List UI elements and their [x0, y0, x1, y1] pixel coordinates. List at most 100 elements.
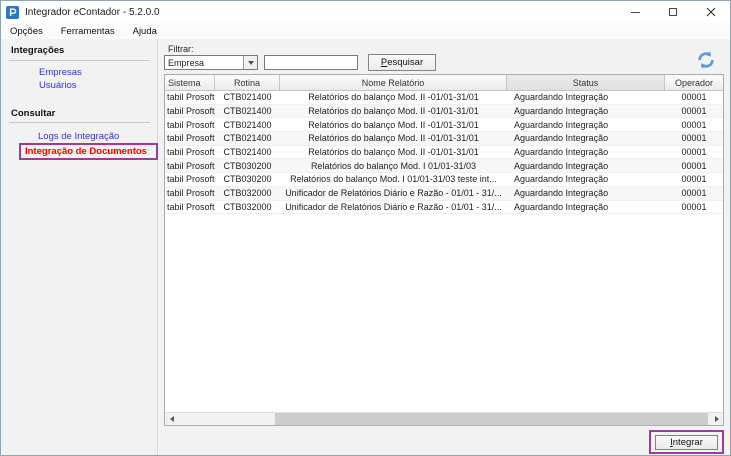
refresh-button[interactable] [696, 50, 716, 70]
maximize-icon [669, 8, 677, 16]
column-header-sistema[interactable]: Sistema [165, 75, 215, 90]
table-cell: tabil Prosoft [167, 133, 215, 144]
table-cell: 00001 [681, 160, 707, 171]
table-cell: Relatórios do balanço Mod. II -01/01-31/… [308, 147, 479, 158]
sidebar-item-empresas[interactable]: Empresas [39, 67, 82, 78]
arrow-right-icon [714, 416, 719, 422]
table-cell: CTB030200 [223, 160, 272, 171]
table-cell: CTB032000 [223, 201, 272, 212]
annotation-highlight-box: Integrar [649, 430, 724, 454]
sidebar-section-consultar: Consultar [11, 108, 56, 119]
sidebar-divider [9, 122, 150, 123]
table-cell: CTB032000 [223, 188, 272, 199]
table-cell: Relatórios do balanço Mod. II -01/01-31/… [308, 106, 479, 117]
minimize-icon [630, 11, 640, 13]
sidebar-item-integracao-de-documentos[interactable]: Integração de Documentos [21, 146, 147, 157]
column-header-rotina[interactable]: Rotina [215, 75, 280, 90]
table-row[interactable]: tabil Prosoft CTB021400 Relatórios do bala… [165, 104, 723, 119]
table-cell: CTB021400 [223, 133, 272, 144]
menu-ferramentas[interactable]: Ferramentas [52, 23, 124, 39]
scroll-right-button[interactable] [710, 413, 723, 425]
table-cell: tabil Prosoft [167, 160, 215, 171]
integrate-button[interactable]: Integrar [655, 434, 718, 450]
table-cell: Aguardando Integração [514, 92, 609, 103]
filter-search-input[interactable] [264, 55, 358, 70]
table-row[interactable]: tabil Prosoft CTB021400 Relatórios do bala… [165, 118, 723, 133]
table-row[interactable]: tabil Prosoft CTB021400 Relatórios do bala… [165, 146, 723, 160]
table-header: Sistema Rotina Nome Relatório Status Ope… [165, 75, 723, 91]
table-cell: 00001 [681, 119, 707, 130]
table-cell: 00001 [681, 174, 707, 185]
column-header-status[interactable]: Status [507, 75, 665, 90]
sidebar-divider [9, 60, 150, 61]
table-cell: Aguardando Integração [514, 133, 609, 144]
column-header-nome-relatorio[interactable]: Nome Relatório [280, 75, 507, 90]
table-cell: tabil Prosoft [167, 147, 215, 158]
table-cell: Aguardando Integração [514, 106, 609, 117]
table-cell: tabil Prosoft [167, 188, 215, 199]
table-cell: Relatórios do balanço Mod. II -01/01-31/… [308, 133, 479, 144]
table-cell: 00001 [681, 201, 707, 212]
scroll-left-button[interactable] [165, 413, 178, 425]
table-cell: tabil Prosoft [167, 119, 215, 130]
table-row[interactable]: tabil Prosoft CTB030200 Relatórios do bala… [165, 173, 723, 187]
table-cell: tabil Prosoft [167, 174, 215, 185]
sidebar-item-logs-de-integracao[interactable]: Logs de Integração [38, 131, 119, 142]
app-logo-icon [6, 5, 19, 19]
minimize-button[interactable] [616, 1, 654, 23]
table-cell: CTB030200 [223, 174, 272, 185]
column-header-operador[interactable]: Operador [665, 75, 723, 90]
maximize-button[interactable] [654, 1, 692, 23]
documents-table: Sistema Rotina Nome Relatório Status Ope… [164, 74, 724, 426]
table-row[interactable]: tabil Prosoft CTB021400 Relatórios do bala… [165, 91, 723, 105]
table-cell: 00001 [681, 147, 707, 158]
arrow-left-icon [169, 416, 174, 422]
table-cell: tabil Prosoft [167, 201, 215, 212]
table-cell: Unificador de Relatórios Diário e Razão … [285, 201, 502, 212]
table-cell: Relatórios do balanço Mod. II -01/01-31/… [308, 119, 479, 130]
dropdown-arrow-button[interactable] [243, 56, 257, 69]
table-cell: Relatórios do balanço Mod. I 01/01-31/03 [310, 160, 477, 171]
table-row[interactable]: tabil Prosoft CTB030200 Relatórios do bala… [165, 159, 723, 174]
table-body: tabil Prosoft CTB021400 Relatórios do bala… [165, 91, 723, 215]
filter-type-dropdown[interactable]: Empresa [164, 55, 258, 70]
table-row[interactable]: tabil Prosoft CTB021400 Relatórios do bala… [165, 132, 723, 146]
sidebar-item-usuarios[interactable]: Usuários [39, 80, 77, 91]
menu-bar: Opções Ferramentas Ajuda [1, 23, 730, 40]
sidebar-section-integracoes: Integrações [11, 45, 65, 56]
table-cell: 00001 [681, 106, 707, 117]
table-cell: Unificador de Relatórios Diário e Razão … [285, 188, 502, 199]
table-cell: Aguardando Integração [514, 188, 609, 199]
filter-label: Filtrar: [168, 44, 194, 54]
menu-ajuda[interactable]: Ajuda [124, 23, 166, 39]
table-cell: CTB021400 [223, 106, 272, 117]
table-cell: CTB021400 [223, 147, 272, 158]
table-row[interactable]: tabil Prosoft CTB032000 Unificador de Rela… [165, 201, 723, 215]
table-cell: Aguardando Integração [514, 147, 609, 158]
chevron-down-icon [247, 60, 254, 65]
table-cell: CTB021400 [223, 119, 272, 130]
horizontal-scrollbar[interactable] [165, 412, 723, 425]
integrate-button-label: Integrar [670, 436, 703, 448]
table-cell: Relatórios do balanço Mod. II -01/01-31/… [308, 92, 479, 103]
sidebar: Integrações Empresas Usuários Consultar … [1, 39, 158, 455]
search-button-label: Pesquisar [380, 57, 424, 68]
table-cell: Relatórios do balanço Mod. I 01/01-31/03… [290, 174, 497, 185]
table-cell: CTB021400 [223, 92, 272, 103]
table-cell: Aguardando Integração [514, 174, 609, 185]
table-cell: Aguardando Integração [514, 160, 609, 171]
table-row[interactable]: tabil Prosoft CTB032000 Unificador de Rela… [165, 186, 723, 201]
main-panel: Filtrar: Empresa Pesquisar Sistema Rotin… [158, 39, 730, 455]
table-cell: Aguardando Integração [514, 119, 609, 130]
window-controls [616, 1, 730, 23]
app-window: Integrador eContador - 5.2.0.0 Opções Fe… [0, 0, 731, 456]
table-cell: 00001 [681, 188, 707, 199]
filter-type-value: Empresa [168, 57, 205, 68]
annotation-highlight-box: Integração de Documentos [19, 143, 158, 160]
search-button[interactable]: Pesquisar [368, 54, 436, 71]
close-button[interactable] [692, 1, 730, 23]
close-icon [706, 7, 716, 17]
menu-opcoes[interactable]: Opções [1, 23, 52, 39]
table-cell: 00001 [681, 133, 707, 144]
scrollbar-thumb[interactable] [275, 413, 708, 425]
